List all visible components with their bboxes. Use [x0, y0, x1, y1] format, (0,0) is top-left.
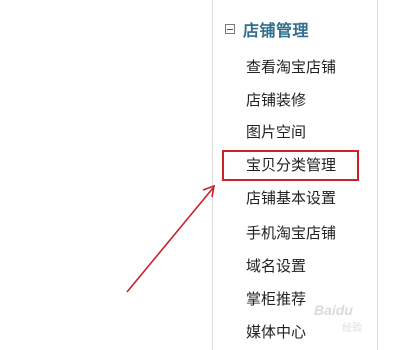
sidebar-item-mobile-taobao-shop[interactable]: 手机淘宝店铺: [246, 222, 336, 244]
sidebar-item-shopkeeper-recommend[interactable]: 掌柜推荐: [246, 288, 306, 310]
sidebar-item-image-space[interactable]: 图片空间: [246, 121, 306, 143]
sidebar-item-shop-basic-settings[interactable]: 店铺基本设置: [246, 187, 336, 209]
group-title: 店铺管理: [243, 21, 310, 40]
sidebar-item-shop-decoration[interactable]: 店铺装修: [246, 89, 306, 111]
arrow-line: [126, 187, 214, 293]
sidebar-item-view-taobao-shop[interactable]: 查看淘宝店铺: [246, 56, 336, 78]
baidu-watermark: Baidu 经验: [312, 302, 392, 342]
sidebar-item-domain-settings[interactable]: 域名设置: [246, 255, 306, 277]
sidebar-item-media-center[interactable]: 媒体中心: [246, 321, 306, 343]
group-header-shop-management[interactable]: 店铺管理: [225, 17, 309, 41]
screenshot-canvas: 店铺管理 查看淘宝店铺 店铺装修 图片空间 宝贝分类管理 店铺基本设置 手机淘宝…: [0, 0, 400, 350]
watermark-sub-text: 经验: [342, 323, 362, 334]
watermark-logo-text: Baidu: [314, 302, 353, 318]
collapse-icon[interactable]: [225, 24, 235, 34]
highlight-box: [222, 150, 359, 181]
